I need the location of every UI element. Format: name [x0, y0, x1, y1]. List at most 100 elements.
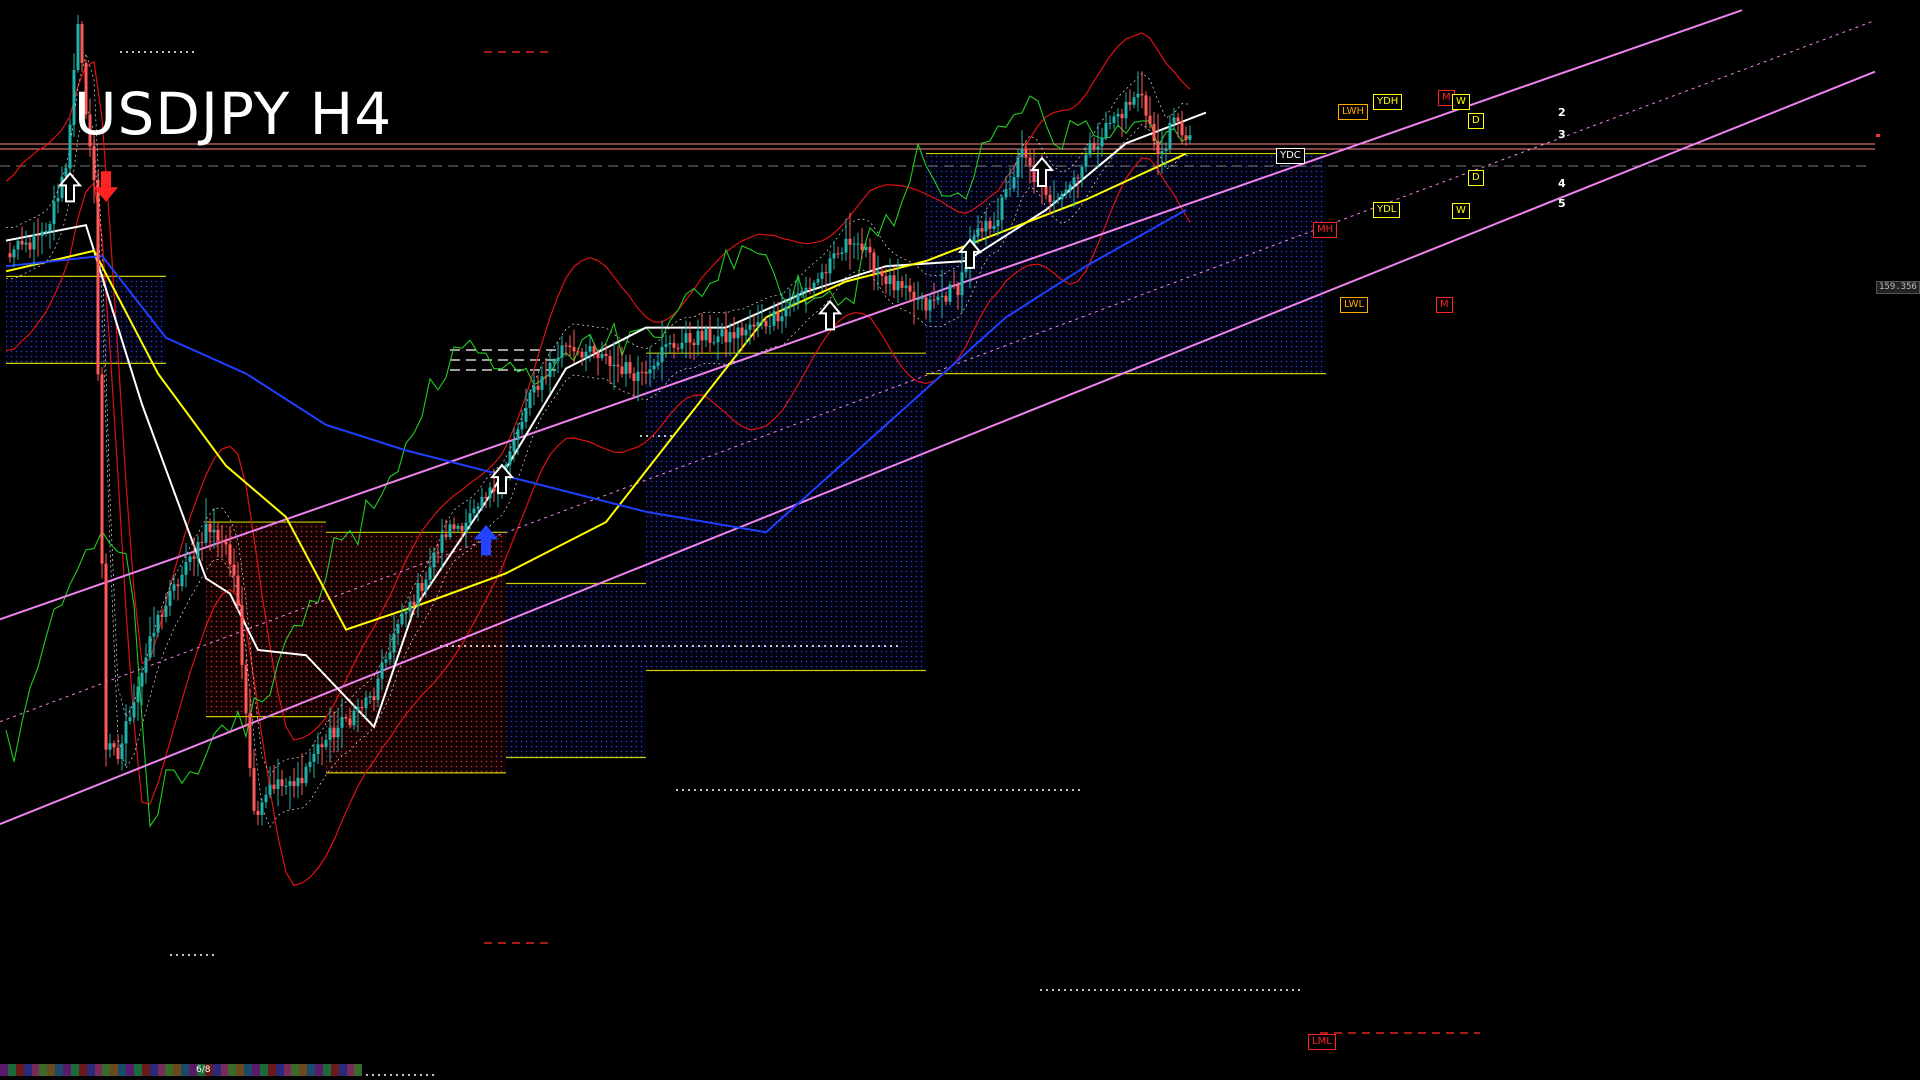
candle-body-166: [668, 342, 672, 345]
candle-body-22: [92, 146, 96, 181]
candle-body-11: [48, 224, 52, 232]
candle-body-185: [744, 329, 748, 336]
candle-body-229: [920, 297, 924, 299]
candle-body-122: [492, 487, 496, 492]
status-cell: [118, 1064, 126, 1076]
candle-body-222: [892, 275, 896, 291]
candle-body-2: [12, 249, 16, 258]
candle-body-3: [16, 240, 20, 250]
candle-body-45: [184, 561, 188, 575]
candle-body-296: [1188, 135, 1192, 140]
status-cell: [31, 1064, 40, 1076]
status-cell: [78, 1064, 87, 1076]
status-cell: [275, 1064, 284, 1076]
candle-body-233: [936, 297, 940, 301]
candle-body-136: [548, 362, 552, 377]
candle-body-118: [476, 506, 480, 509]
candle-body-7: [32, 234, 36, 250]
candle-body-12: [52, 201, 56, 225]
candle-body-272: [1092, 142, 1096, 149]
candle-body-156: [628, 362, 632, 374]
status-cell: [330, 1064, 339, 1076]
chart-canvas[interactable]: [0, 0, 1920, 1080]
candle-body-23: [96, 180, 100, 375]
candle-body-60: [244, 664, 248, 714]
status-cell: [228, 1064, 237, 1076]
wave-label-3: 3: [1558, 128, 1566, 141]
candle-body-10: [44, 231, 48, 233]
candle-body-159: [640, 371, 644, 373]
candle-body-205: [824, 272, 828, 274]
candle-body-195: [784, 306, 788, 317]
candle-body-294: [1180, 121, 1184, 136]
candle-body-103: [416, 583, 420, 606]
candle-body-68: [276, 779, 280, 790]
candle-body-148: [596, 352, 600, 358]
status-cell: [338, 1064, 347, 1076]
candle-body-254: [1020, 148, 1024, 158]
candle-body-279: [1120, 113, 1124, 119]
candle-body-167: [672, 342, 676, 348]
candle-body-208: [836, 253, 840, 255]
candle-body-251: [1008, 188, 1012, 190]
candle-body-129: [520, 421, 524, 430]
candle-body-288: [1156, 141, 1160, 154]
candle-body-143: [576, 351, 580, 353]
candle-body-244: [980, 228, 984, 232]
cloud-segment-0: [6, 276, 166, 364]
candle-body-133: [536, 385, 540, 390]
candle-body-34: [140, 672, 144, 687]
candle-body-161: [648, 369, 652, 374]
level-m-bottom: M: [1436, 297, 1453, 313]
candle-body-162: [652, 365, 656, 370]
candle-body-268: [1076, 177, 1080, 179]
candle-body-126: [508, 451, 512, 465]
candle-body-187: [752, 324, 756, 327]
candle-body-13: [56, 197, 60, 202]
candle-body-9: [40, 231, 44, 236]
candle-body-109: [440, 534, 444, 553]
candle-body-80: [324, 739, 328, 748]
status-cell: [55, 1064, 63, 1076]
cloud-segment-4: [646, 353, 926, 671]
candle-body-231: [928, 299, 932, 311]
candle-body-216: [868, 246, 872, 253]
status-cell: [283, 1064, 292, 1076]
candle-body-140: [564, 345, 568, 347]
candle-body-28: [116, 747, 120, 759]
ichimoku-cloud: [6, 152, 1326, 774]
candle-body-172: [692, 342, 696, 346]
candle-body-150: [604, 353, 608, 356]
candle-body-55: [224, 541, 228, 545]
candle-body-6: [28, 242, 32, 250]
level-d-mid: D: [1468, 170, 1484, 186]
chart-title: USDJPY H4: [74, 80, 393, 148]
status-cell: [15, 1064, 24, 1076]
status-cell: [23, 1064, 32, 1076]
candle-body-199: [800, 290, 804, 294]
candle-body-112: [452, 524, 456, 529]
candle-body-53: [216, 529, 220, 541]
candle-body-218: [876, 271, 880, 274]
candle-body-77: [312, 753, 316, 762]
candle-body-66: [268, 784, 272, 795]
candle-body-64: [260, 802, 264, 816]
candle-body-78: [316, 744, 320, 754]
candle-body-115: [464, 522, 468, 531]
candle-body-181: [728, 332, 732, 343]
candle-body-142: [572, 347, 576, 352]
candle-body-235: [944, 295, 948, 302]
candle-body-96: [388, 652, 392, 660]
level-mh: MH: [1313, 222, 1338, 238]
level-ydl: YDL: [1373, 202, 1401, 218]
candle-body-52: [212, 529, 216, 533]
candle-body-275: [1104, 122, 1108, 138]
candle-body-138: [556, 357, 560, 362]
candle-body-236: [948, 284, 952, 302]
candle-body-291: [1168, 122, 1172, 149]
candle-body-14: [60, 176, 64, 198]
candle-body-250: [1004, 189, 1008, 198]
candle-body-283: [1136, 93, 1140, 98]
candle-body-228: [916, 298, 920, 301]
status-cell: [212, 1064, 221, 1076]
